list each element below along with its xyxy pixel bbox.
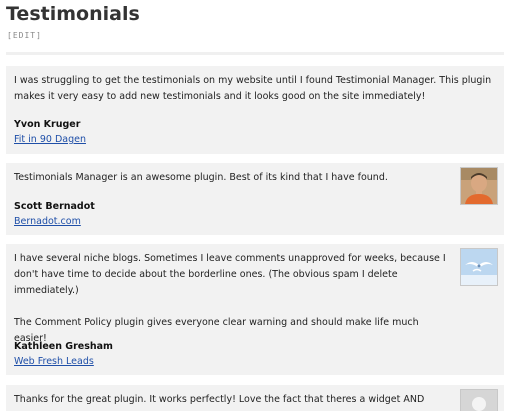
man-photo-avatar-icon	[461, 168, 497, 204]
bird-sky-avatar-icon	[461, 249, 497, 285]
testimonial-text: Testimonials Manager is an awesome plugi…	[14, 172, 388, 183]
testimonial-text: I was struggling to get the testimonials…	[14, 75, 492, 102]
testimonial-card: I was struggling to get the testimonials…	[6, 66, 504, 154]
testimonial-site-link[interactable]: Fit in 90 Dagen	[14, 134, 86, 145]
testimonial-text: I have several niche blogs. Sometimes I …	[14, 253, 446, 344]
edit-link[interactable]: [EDIT]	[7, 31, 42, 40]
author-avatar	[460, 389, 498, 411]
testimonial-card: Thanks for the great plugin. It works pe…	[6, 385, 504, 411]
testimonial-site-link[interactable]: Web Fresh Leads	[14, 356, 94, 367]
testimonial-author: Kathleen Gresham	[14, 341, 113, 352]
page-title: Testimonials	[6, 3, 140, 25]
testimonial-author: Yvon Kruger	[14, 119, 81, 130]
testimonial-card: Testimonials Manager is an awesome plugi…	[6, 163, 504, 235]
default-gray-avatar-icon	[461, 390, 497, 411]
testimonials-page: Testimonials [EDIT] I was struggling to …	[0, 0, 515, 411]
title-divider	[6, 52, 504, 55]
testimonial-card: I have several niche blogs. Sometimes I …	[6, 244, 504, 375]
author-avatar	[460, 167, 498, 205]
testimonial-text: Thanks for the great plugin. It works pe…	[14, 394, 425, 405]
testimonial-site-link[interactable]: Bernadot.com	[14, 216, 81, 227]
testimonial-author: Scott Bernadot	[14, 201, 95, 212]
author-avatar	[460, 248, 498, 286]
